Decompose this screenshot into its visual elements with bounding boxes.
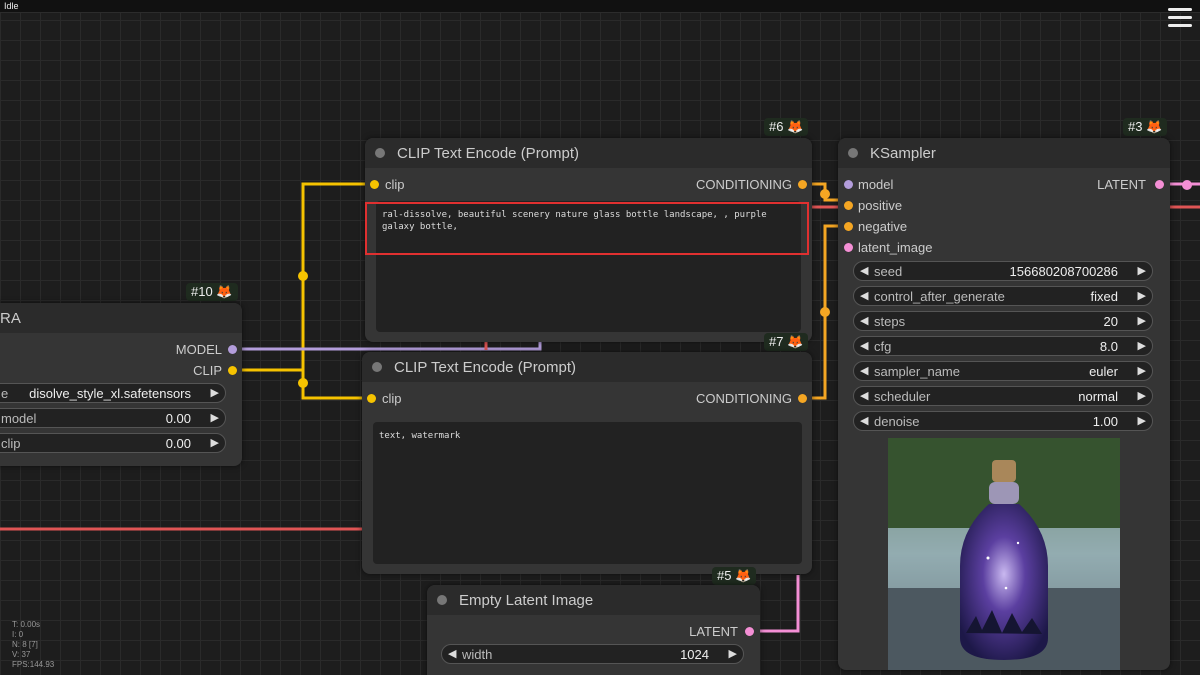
sampler-name-widget[interactable]: ◀ sampler_name euler ▶ — [853, 361, 1153, 381]
arrow-right-icon[interactable]: ▶ — [211, 411, 219, 424]
arrow-left-icon[interactable]: ◀ — [448, 647, 456, 660]
cfg-widget[interactable]: ◀ cfg 8.0 ▶ — [853, 336, 1153, 356]
arrow-left-icon[interactable]: ◀ — [860, 289, 868, 302]
output-label-conditioning: CONDITIONING — [695, 177, 792, 192]
arrow-left-icon[interactable]: ◀ — [860, 264, 868, 277]
output-label-model: MODEL — [175, 342, 222, 357]
scheduler-widget[interactable]: ◀ scheduler normal ▶ — [853, 386, 1153, 406]
arrow-right-icon[interactable]: ▶ — [211, 436, 219, 449]
arrow-left-icon[interactable]: ◀ — [860, 414, 868, 427]
node-title: RA — [0, 309, 21, 327]
output-slot-conditioning[interactable] — [798, 394, 807, 403]
node-id-badge: #6 🦊 — [764, 118, 809, 136]
output-slot-latent[interactable] — [1155, 180, 1164, 189]
arrow-left-icon[interactable]: ◀ — [860, 339, 868, 352]
arrow-right-icon[interactable]: ▶ — [729, 647, 737, 660]
steps-widget[interactable]: ◀ steps 20 ▶ — [853, 311, 1153, 331]
denoise-widget[interactable]: ◀ denoise 1.00 ▶ — [853, 411, 1153, 431]
arrow-right-icon[interactable]: ▶ — [1138, 289, 1146, 302]
input-label-clip: clip — [385, 177, 405, 192]
strength-clip-widget[interactable]: clip 0.00 ▶ — [0, 433, 226, 453]
input-label-negative: negative — [858, 219, 908, 234]
arrow-right-icon[interactable]: ▶ — [1138, 314, 1146, 327]
prompt-textarea[interactable]: text, watermark — [373, 422, 802, 564]
lora-loader-node[interactable]: RA MODEL CLIP e disolve_style_xl.safeten… — [0, 303, 242, 466]
collapse-dot-icon[interactable] — [372, 362, 382, 372]
arrow-right-icon[interactable]: ▶ — [1138, 389, 1146, 402]
highlight-box — [365, 202, 809, 255]
output-label-conditioning: CONDITIONING — [695, 391, 792, 406]
input-slot-latent-image[interactable] — [844, 243, 853, 252]
lora-name-widget[interactable]: e disolve_style_xl.safetensors ▶ — [0, 383, 226, 403]
node-id-badge: #5 🦊 — [712, 567, 757, 585]
arrow-right-icon[interactable]: ▶ — [1138, 364, 1146, 377]
node-title: CLIP Text Encode (Prompt) — [394, 358, 577, 376]
arrow-right-icon[interactable]: ▶ — [1138, 414, 1146, 427]
output-slot-latent[interactable] — [745, 627, 754, 636]
collapse-dot-icon[interactable] — [437, 595, 447, 605]
input-label-model: model — [858, 177, 894, 192]
arrow-right-icon[interactable]: ▶ — [1138, 264, 1146, 277]
arrow-right-icon[interactable]: ▶ — [211, 386, 219, 399]
arrow-right-icon[interactable]: ▶ — [1138, 339, 1146, 352]
output-label-clip: CLIP — [193, 363, 222, 378]
arrow-left-icon[interactable]: ◀ — [860, 314, 868, 327]
clip-text-encode-negative-node[interactable]: CLIP Text Encode (Prompt) clip CONDITION… — [362, 352, 812, 574]
input-label-latent-image: latent_image — [858, 240, 933, 255]
input-label-positive: positive — [858, 198, 903, 213]
input-slot-negative[interactable] — [844, 222, 853, 231]
input-slot-clip[interactable] — [367, 394, 376, 403]
collapse-dot-icon[interactable] — [375, 148, 385, 158]
seed-widget[interactable]: ◀ seed 156680208700286 ▶ — [853, 261, 1153, 281]
node-id-badge: #3 🦊 — [1123, 118, 1168, 136]
width-widget[interactable]: ◀ width 1024 ▶ — [441, 644, 744, 664]
input-label-clip: clip — [382, 391, 402, 406]
collapse-dot-icon[interactable] — [848, 148, 858, 158]
input-slot-model[interactable] — [844, 180, 853, 189]
input-slot-positive[interactable] — [844, 201, 853, 210]
output-slot-conditioning[interactable] — [798, 180, 807, 189]
output-label-latent: LATENT — [689, 624, 738, 639]
control-after-generate-widget[interactable]: ◀ control_after_generate fixed ▶ — [853, 286, 1153, 306]
input-slot-clip[interactable] — [370, 180, 379, 189]
output-slot-clip[interactable] — [228, 366, 237, 375]
node-title: Empty Latent Image — [459, 591, 594, 609]
generated-image-preview — [888, 438, 1120, 670]
strength-model-widget[interactable]: model 0.00 ▶ — [0, 408, 226, 428]
output-label-latent: LATENT — [1097, 177, 1146, 192]
arrow-left-icon[interactable]: ◀ — [860, 389, 868, 402]
node-title: CLIP Text Encode (Prompt) — [397, 144, 580, 162]
node-id-badge: #10 🦊 — [186, 283, 238, 301]
empty-latent-image-node[interactable]: Empty Latent Image LATENT ◀ width 1024 ▶ — [427, 585, 760, 675]
node-id-badge: #7 🦊 — [764, 333, 809, 351]
render-stats: T: 0.00s I: 0 N: 8 [7] V: 37 FPS:144.93 — [12, 620, 55, 669]
arrow-left-icon[interactable]: ◀ — [860, 364, 868, 377]
node-title: KSampler — [870, 144, 936, 162]
output-slot-model[interactable] — [228, 345, 237, 354]
